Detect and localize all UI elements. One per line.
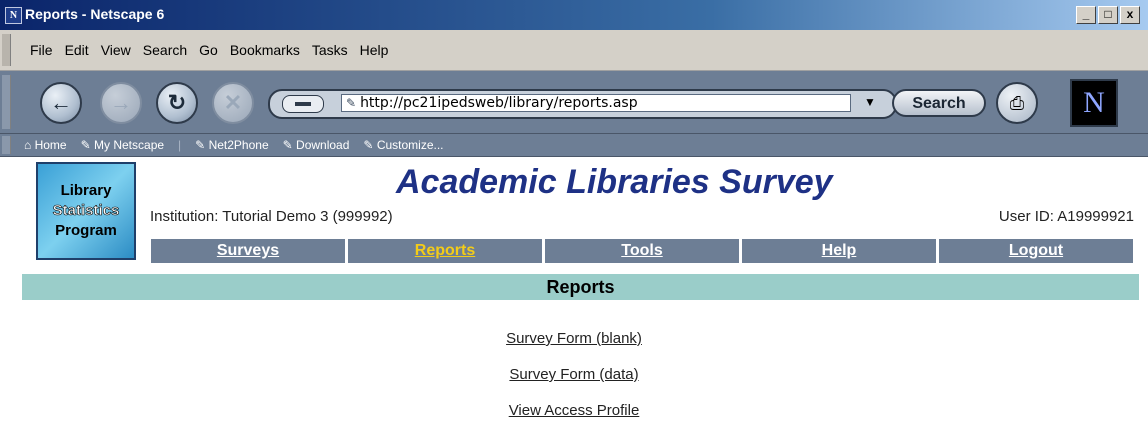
stop-icon[interactable]: ✕ <box>212 82 254 124</box>
bookmark-icon: ✎ <box>195 138 206 152</box>
personal-grip[interactable] <box>2 136 11 154</box>
reload-icon[interactable]: ↻ <box>156 82 198 124</box>
toolbar-separator: | <box>178 138 182 152</box>
bookmark-icon: ✎ <box>282 138 293 152</box>
menu-grip[interactable] <box>2 34 11 66</box>
tab-help[interactable]: Help <box>742 239 936 263</box>
tab-surveys[interactable]: Surveys <box>151 239 345 263</box>
maximize-button[interactable]: □ <box>1098 6 1118 24</box>
menu-tasks[interactable]: Tasks <box>312 42 348 58</box>
section-title: Reports <box>22 274 1139 300</box>
menu-bookmarks[interactable]: Bookmarks <box>230 42 300 58</box>
close-button[interactable]: x <box>1120 6 1140 24</box>
menu-view[interactable]: View <box>101 42 131 58</box>
forward-arrow-icon[interactable]: → <box>100 82 142 124</box>
window-controls: _ □ x <box>1076 6 1140 24</box>
home-link[interactable]: ⌂ Home <box>24 138 67 152</box>
menu-go[interactable]: Go <box>199 42 218 58</box>
menu-file[interactable]: File <box>30 42 53 58</box>
url-text: http://pc21ipedsweb/library/reports.asp <box>360 95 638 111</box>
bookmark-dropdown-button[interactable] <box>282 95 324 113</box>
site-title: Academic Libraries Survey <box>396 163 833 201</box>
navigation-toolbar: ← → ↻ ✕ ✎ http://pc21ipedsweb/library/re… <box>0 71 1148 134</box>
minimize-button[interactable]: _ <box>1076 6 1096 24</box>
print-icon[interactable]: ⎙ <box>996 82 1038 124</box>
customize-link[interactable]: ✎ Customize... <box>363 138 443 152</box>
back-arrow-icon[interactable]: ← <box>40 82 82 124</box>
bookmark-icon: ✎ <box>363 138 374 152</box>
link-survey-form-blank[interactable]: Survey Form (blank) <box>0 330 1148 366</box>
tab-logout[interactable]: Logout <box>939 239 1133 263</box>
logo-line-2: Statistics <box>52 202 120 220</box>
toolbar-grip[interactable] <box>2 75 11 129</box>
link-survey-form-data[interactable]: Survey Form (data) <box>0 366 1148 402</box>
my-netscape-link[interactable]: ✎ My Netscape <box>81 138 164 152</box>
site-navigation: Surveys Reports Tools Help Logout <box>151 239 1133 263</box>
link-view-access-profile[interactable]: View Access Profile <box>0 402 1148 438</box>
url-input[interactable]: ✎ http://pc21ipedsweb/library/reports.as… <box>341 94 851 112</box>
download-link[interactable]: ✎ Download <box>283 138 350 152</box>
home-icon: ⌂ <box>24 138 32 152</box>
menu-help[interactable]: Help <box>360 42 389 58</box>
tab-tools[interactable]: Tools <box>545 239 739 263</box>
url-dropdown-icon[interactable]: ▼ <box>864 95 876 109</box>
menu-edit[interactable]: Edit <box>65 42 89 58</box>
menu-bar: File Edit View Search Go Bookmarks Tasks… <box>0 30 1148 71</box>
logo-line-3: Program <box>55 222 117 239</box>
personal-toolbar: ⌂ Home ✎ My Netscape | ✎ Net2Phone ✎ Dow… <box>0 134 1148 157</box>
window-title: Reports - Netscape 6 <box>25 6 165 22</box>
net2phone-link[interactable]: ✎ Net2Phone <box>195 138 268 152</box>
report-links: Survey Form (blank) Survey Form (data) V… <box>0 330 1148 438</box>
page-proxy-icon: ✎ <box>346 96 357 110</box>
netscape-logo[interactable]: N <box>1070 79 1118 127</box>
logo-line-1: Library <box>60 182 112 199</box>
netscape-app-icon: N <box>5 7 22 24</box>
library-statistics-program-logo[interactable]: Library Statistics Program <box>36 162 136 260</box>
menu-search[interactable]: Search <box>143 42 187 58</box>
tab-reports[interactable]: Reports <box>348 239 542 263</box>
bookmark-icon: ✎ <box>80 138 91 152</box>
url-bar: ✎ http://pc21ipedsweb/library/reports.as… <box>268 89 897 119</box>
search-button[interactable]: Search <box>892 89 986 117</box>
user-id-label: User ID: A19999921 <box>998 208 1134 225</box>
institution-label: Institution: Tutorial Demo 3 (999992) <box>150 208 393 225</box>
window-title-bar: N Reports - Netscape 6 _ □ x <box>0 0 1148 30</box>
